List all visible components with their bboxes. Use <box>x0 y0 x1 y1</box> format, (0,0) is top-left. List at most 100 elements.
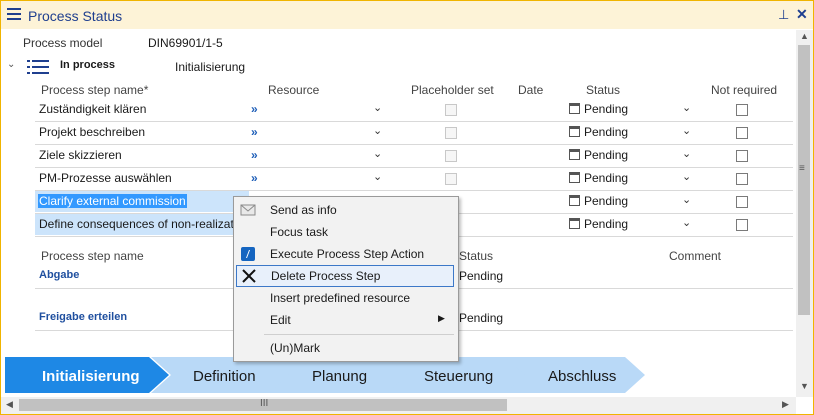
step-name-cell[interactable]: PM-Prozesse auswählen <box>39 171 172 185</box>
vertical-scrollbar[interactable]: ▲ ≡ ▼ <box>796 30 813 397</box>
placeholder-checkbox <box>445 173 457 185</box>
phase-planung[interactable]: Planung <box>312 368 367 385</box>
col-header-name-2[interactable]: Process step name <box>41 249 144 263</box>
envelope-icon <box>240 202 256 218</box>
phase-initialisierung[interactable]: Initialisierung <box>42 368 140 385</box>
row-divider <box>35 167 793 168</box>
menu-item-label: Edit <box>270 313 291 327</box>
grip-icon: III <box>260 398 269 409</box>
status-cell[interactable]: Pending <box>584 217 628 231</box>
calendar-icon[interactable] <box>569 149 580 160</box>
calendar-icon[interactable] <box>569 195 580 206</box>
menu-item-delete-step[interactable]: Delete Process Step <box>236 265 454 287</box>
process-status-value: Initialisierung <box>175 60 246 74</box>
menu-item-unmark[interactable]: (Un)Mark <box>234 337 458 359</box>
status-dropdown-chevron-icon[interactable]: ⌄ <box>682 101 691 114</box>
not-required-checkbox[interactable] <box>736 150 748 162</box>
status-dropdown-chevron-icon[interactable]: ⌄ <box>682 216 691 229</box>
status-dropdown-chevron-icon[interactable]: ⌄ <box>682 193 691 206</box>
menu-item-label: (Un)Mark <box>270 341 320 355</box>
status-cell-2: Pending <box>459 311 504 325</box>
not-required-checkbox[interactable] <box>736 127 748 139</box>
status-dropdown-chevron-icon[interactable]: ⌄ <box>682 147 691 160</box>
context-menu: Send as info Focus task Execute Process … <box>233 196 459 362</box>
status-cell[interactable]: Pending <box>584 171 628 185</box>
placeholder-checkbox <box>445 150 457 162</box>
not-required-checkbox[interactable] <box>736 219 748 231</box>
status-cell[interactable]: Pending <box>584 125 628 139</box>
close-icon[interactable]: ✕ <box>796 6 808 23</box>
step-name-cell[interactable]: Ziele skizzieren <box>39 148 122 162</box>
scroll-right-icon[interactable]: ▶ <box>782 399 789 410</box>
placeholder-checkbox <box>445 127 457 139</box>
step-name-cell[interactable]: Clarify external commission <box>38 194 187 208</box>
col-header-not-required[interactable]: Not required <box>711 83 777 97</box>
placeholder-checkbox <box>445 104 457 116</box>
row-divider <box>35 144 793 145</box>
vertical-scroll-thumb[interactable] <box>798 45 810 315</box>
col-header-status[interactable]: Status <box>586 83 620 97</box>
resource-link-icon[interactable]: » <box>251 148 258 162</box>
list-icon <box>27 59 49 75</box>
resource-dropdown-chevron-icon[interactable]: ⌄ <box>373 124 382 137</box>
not-required-checkbox[interactable] <box>736 196 748 208</box>
scroll-left-icon[interactable]: ◀ <box>6 399 13 410</box>
menu-item-edit[interactable]: Edit ▶ <box>234 309 458 331</box>
scroll-up-icon[interactable]: ▲ <box>800 31 809 41</box>
col-header-comment-2[interactable]: Comment <box>669 249 721 263</box>
menu-item-label: Insert predefined resource <box>270 291 411 305</box>
menu-item-focus-task[interactable]: Focus task <box>234 221 458 243</box>
step-link[interactable]: Freigabe erteilen <box>39 311 127 323</box>
not-required-checkbox[interactable] <box>736 104 748 116</box>
process-status-label: In process <box>60 59 116 71</box>
col-header-name[interactable]: Process step name* <box>41 83 148 97</box>
step-name-cell[interactable]: Projekt beschreiben <box>39 125 145 139</box>
scroll-down-icon[interactable]: ▼ <box>800 381 809 391</box>
title-bar: Process Status ⊥ ✕ <box>1 1 813 29</box>
col-header-resource[interactable]: Resource <box>268 83 319 97</box>
col-header-status-2[interactable]: Status <box>459 249 493 263</box>
delete-x-icon <box>241 268 257 284</box>
row-divider <box>35 121 793 122</box>
resource-link-icon[interactable]: » <box>251 171 258 185</box>
phase-abschluss[interactable]: Abschluss <box>548 368 616 385</box>
pin-icon[interactable]: ⊥ <box>778 7 789 23</box>
step-name-cell[interactable]: Zuständigkeit klären <box>39 102 146 116</box>
menu-separator <box>264 334 454 335</box>
phase-steuerung[interactable]: Steuerung <box>424 368 493 385</box>
status-cell-2: Pending <box>459 269 504 283</box>
status-dropdown-chevron-icon[interactable]: ⌄ <box>682 124 691 137</box>
resource-dropdown-chevron-icon[interactable]: ⌄ <box>373 170 382 183</box>
menu-item-label: Send as info <box>270 203 337 217</box>
resource-dropdown-chevron-icon[interactable]: ⌄ <box>373 147 382 160</box>
window-title: Process Status <box>28 8 123 24</box>
calendar-icon[interactable] <box>569 103 580 114</box>
horizontal-scrollbar[interactable]: ◀ III ▶ <box>1 397 796 414</box>
not-required-checkbox[interactable] <box>736 173 748 185</box>
status-cell[interactable]: Pending <box>584 102 628 116</box>
hamburger-menu-icon[interactable] <box>7 8 21 20</box>
action-icon <box>240 246 256 262</box>
calendar-icon[interactable] <box>569 126 580 137</box>
process-model-label: Process model <box>23 36 103 50</box>
menu-item-send-as-info[interactable]: Send as info <box>234 199 458 221</box>
col-header-placeholder[interactable]: Placeholder set <box>411 83 494 97</box>
resource-link-icon[interactable]: » <box>251 125 258 139</box>
calendar-icon[interactable] <box>569 172 580 183</box>
menu-item-insert-resource[interactable]: Insert predefined resource <box>234 287 458 309</box>
status-cell[interactable]: Pending <box>584 194 628 208</box>
status-cell[interactable]: Pending <box>584 148 628 162</box>
resource-dropdown-chevron-icon[interactable]: ⌄ <box>373 101 382 114</box>
step-name-cell[interactable]: Define consequences of non-realization <box>39 217 233 231</box>
step-link[interactable]: Abgabe <box>39 269 79 281</box>
col-header-date[interactable]: Date <box>518 83 543 97</box>
phase-definition[interactable]: Definition <box>193 368 256 385</box>
menu-item-label: Execute Process Step Action <box>270 247 425 261</box>
calendar-icon[interactable] <box>569 218 580 229</box>
collapse-chevron-icon[interactable]: ⌄ <box>7 59 15 70</box>
submenu-arrow-icon: ▶ <box>438 313 445 323</box>
status-dropdown-chevron-icon[interactable]: ⌄ <box>682 170 691 183</box>
resource-link-icon[interactable]: » <box>251 102 258 116</box>
grip-icon: ≡ <box>799 163 805 174</box>
menu-item-execute-action[interactable]: Execute Process Step Action <box>234 243 458 265</box>
